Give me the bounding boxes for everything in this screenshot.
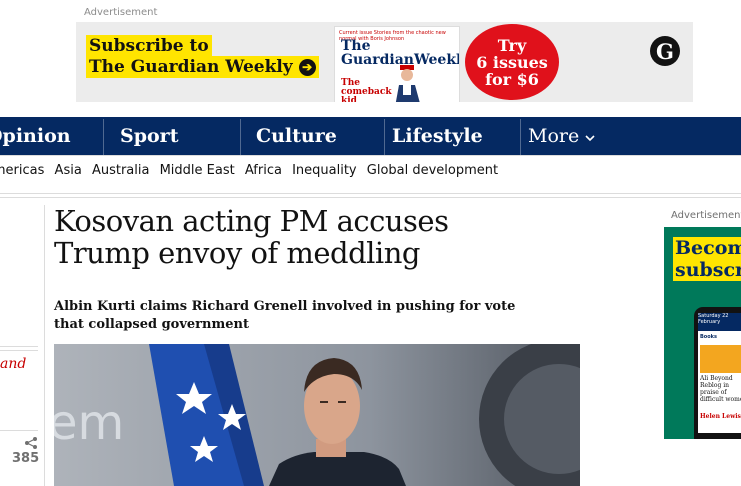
sub-navigation: Americas Asia Australia Middle East Afri… (0, 163, 504, 185)
nav-more-label: More (528, 125, 580, 147)
subscribe-text-line2-label: The Guardian Weekly (89, 57, 293, 77)
subnav-item-asia[interactable]: Asia (55, 163, 82, 178)
left-column-divider (44, 205, 45, 486)
magazine-cover-figure (395, 65, 420, 102)
offer-line2: 6 issues (476, 52, 548, 72)
subnav-item-inequality[interactable]: Inequality (292, 163, 357, 178)
nav-item-opinion[interactable]: Opinion (0, 117, 71, 155)
chevron-down-icon (585, 135, 595, 142)
side-ad-title-line2: subscr (673, 259, 741, 281)
magazine-cover-headline: The comeback kid (341, 79, 392, 103)
nav-divider (384, 119, 385, 155)
left-column-text-fragment: and (0, 356, 27, 372)
magazine-cover-line3: kid (341, 96, 357, 103)
left-column-rule (0, 430, 38, 431)
ad-label: Advertisement (671, 210, 741, 221)
subnav-item-middle-east[interactable]: Middle East (160, 163, 235, 178)
subnav-rule (0, 193, 741, 194)
guardian-weekly-ad-banner[interactable]: Subscribe to The Guardian Weekly ➔ Curre… (76, 22, 693, 102)
phone-screen: Saturday 22 February Books Ali Beyond Re… (698, 313, 741, 433)
phone-article-image (700, 345, 741, 373)
article-standfirst: Albin Kurti claims Richard Grenell invol… (54, 299, 516, 332)
top-ad-region: Advertisement Subscribe to The Guardian … (0, 0, 741, 110)
nav-item-culture[interactable]: Culture (256, 117, 337, 155)
nav-divider (103, 119, 104, 155)
subscribe-text-line1: Subscribe to (86, 35, 212, 57)
main-navigation: Opinion Sport Culture Lifestyle More (0, 117, 741, 155)
photo-backdrop-text: em (54, 395, 124, 451)
share-icon[interactable] (24, 436, 38, 450)
kurti-photo-illustration: em (54, 344, 580, 486)
phone-header: Saturday 22 February (698, 313, 741, 331)
subnav-rule (0, 197, 741, 198)
article-main-photo: em (54, 344, 580, 486)
phone-byline: Helen Lewis (700, 413, 741, 420)
offer-badge[interactable]: Try 6 issues for $6 (465, 24, 559, 100)
arrow-right-icon[interactable]: ➔ (298, 58, 316, 76)
subscribe-text-line2: The Guardian Weekly ➔ (86, 56, 319, 78)
nav-more-button[interactable]: More (528, 117, 595, 155)
subscribe-side-ad[interactable]: Becom subscr Saturday 22 February Books … (664, 227, 741, 439)
share-count: 385 (12, 451, 40, 466)
nav-divider (240, 119, 241, 155)
side-ad-title: Becom subscr (673, 237, 741, 281)
ad-label: Advertisement (84, 7, 158, 18)
subnav-item-australia[interactable]: Australia (92, 163, 150, 178)
article-headline: Kosovan acting PM accuses Trump envoy of… (54, 204, 449, 270)
magazine-cover: Current issue Stories from the chaotic n… (334, 26, 460, 102)
side-ad-bottom-space (664, 439, 741, 486)
offer-line3: for $6 (485, 69, 539, 89)
phone-headline: Ali Beyond Reblog in praise of difficult… (700, 375, 741, 403)
nav-bottom-rule (0, 155, 741, 156)
left-column-rule (0, 350, 38, 351)
magazine-title-line1: The (341, 38, 371, 54)
nav-item-lifestyle[interactable]: Lifestyle (392, 117, 483, 155)
nav-divider (520, 119, 521, 155)
subnav-item-americas[interactable]: Americas (0, 163, 44, 178)
side-ad-title-line1: Becom (673, 237, 741, 259)
left-column-rule (0, 346, 38, 347)
guardian-logo-icon: G (650, 36, 680, 66)
phone-section: Books (700, 334, 717, 340)
subnav-item-africa[interactable]: Africa (245, 163, 282, 178)
offer-line1: Try (497, 35, 527, 55)
nav-item-sport[interactable]: Sport (120, 117, 178, 155)
subnav-item-global-development[interactable]: Global development (367, 163, 498, 178)
